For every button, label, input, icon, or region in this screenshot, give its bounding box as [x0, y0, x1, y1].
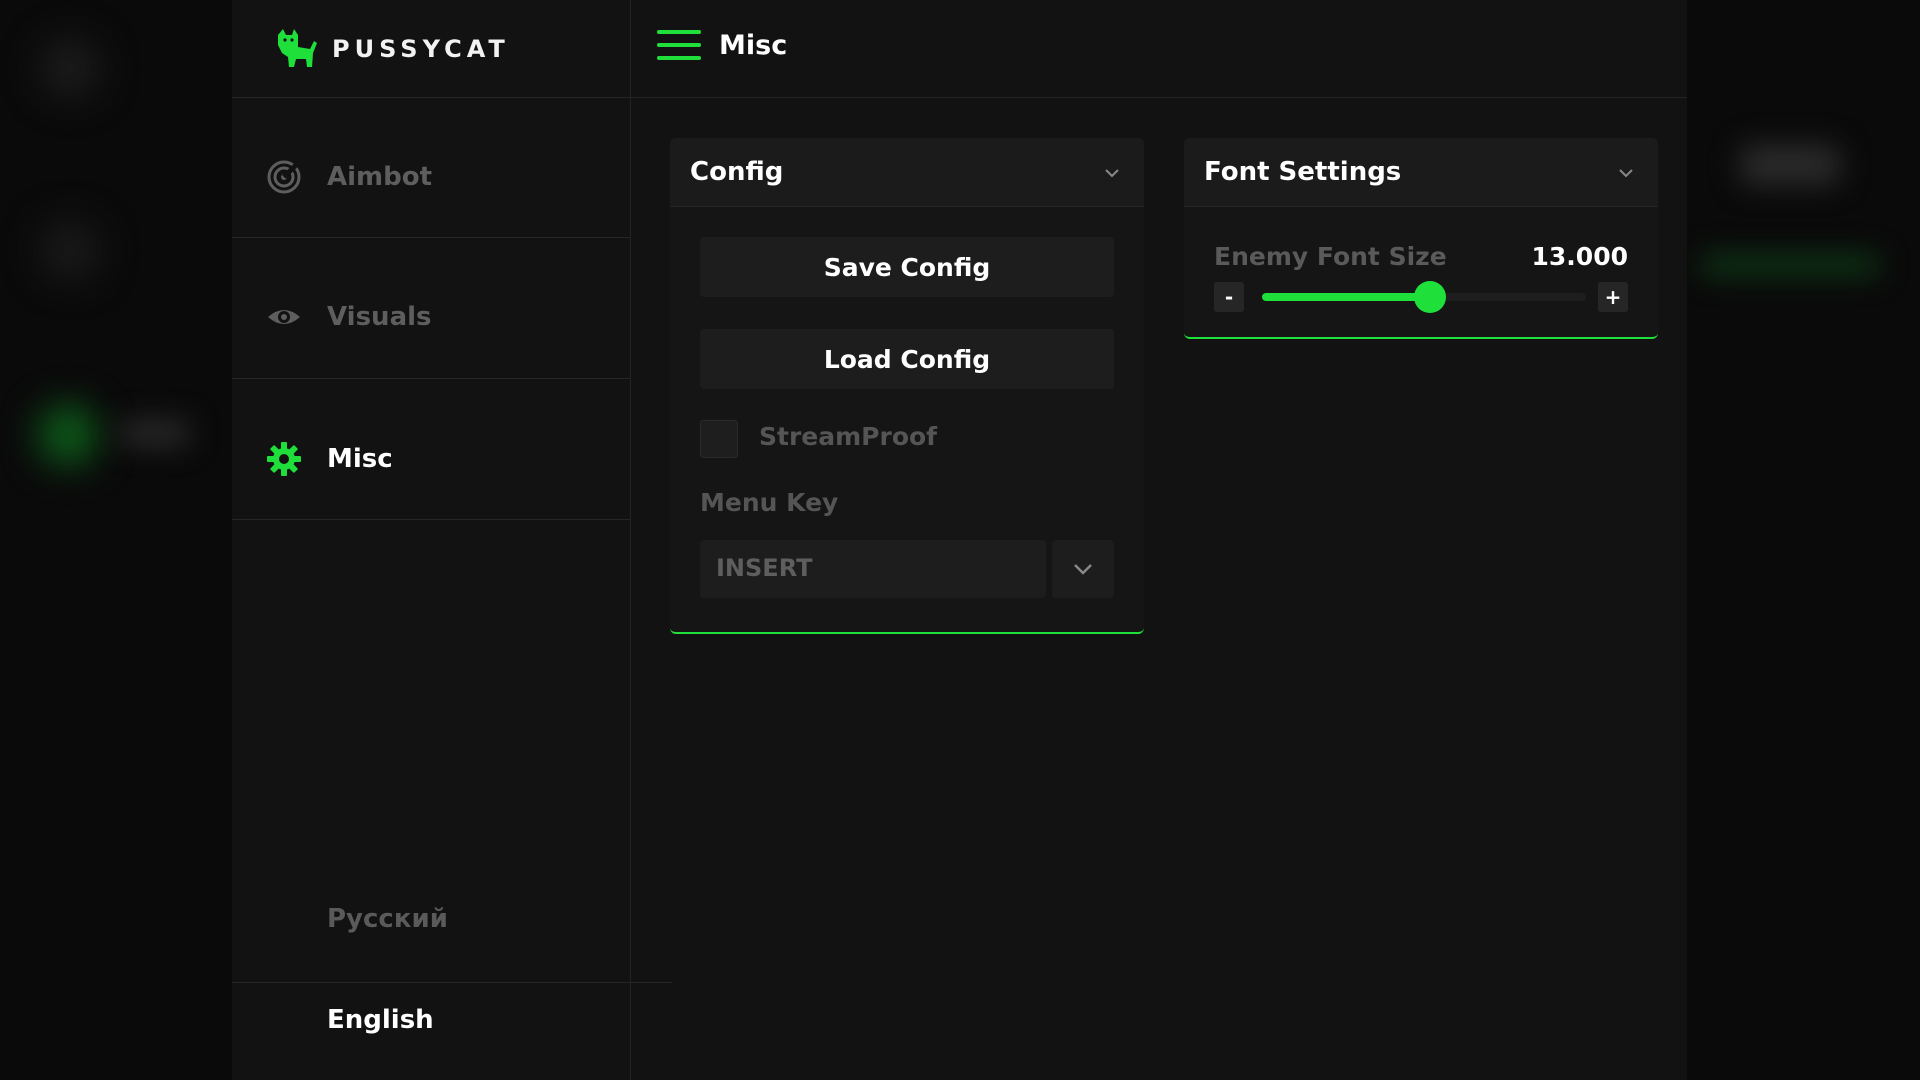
gear-icon — [267, 442, 301, 476]
cheat-menu-window: PUSSYCAT Aimbot Visuals Misc Русский Eng… — [232, 0, 1687, 1080]
page-title: Misc — [719, 30, 788, 61]
enemy-font-size-label: Enemy Font Size — [1214, 242, 1447, 271]
menu-key-value: INSERT — [716, 554, 813, 582]
sidebar-item-misc[interactable]: Misc — [232, 389, 630, 529]
sidebar: PUSSYCAT Aimbot Visuals Misc Русский Eng… — [232, 0, 672, 1080]
top-bar: Misc — [630, 0, 1687, 98]
sidebar-item-label: Aimbot — [327, 162, 433, 192]
divider — [232, 982, 672, 983]
divider — [232, 378, 630, 379]
background-blur — [38, 405, 98, 465]
language-russian[interactable]: Русский — [327, 904, 448, 934]
language-english[interactable]: English — [327, 1005, 434, 1035]
chevron-down-icon — [1105, 169, 1119, 178]
divider — [232, 237, 630, 238]
sidebar-item-label: Visuals — [327, 302, 432, 332]
background-blur — [40, 38, 100, 98]
sidebar-item-visuals[interactable]: Visuals — [232, 247, 630, 387]
font-settings-card-header[interactable]: Font Settings — [1184, 138, 1658, 207]
slider-thumb[interactable] — [1414, 281, 1447, 313]
hamburger-menu-icon[interactable] — [657, 30, 701, 62]
card-title: Font Settings — [1204, 157, 1402, 187]
menu-key-dropdown-button[interactable] — [1052, 540, 1114, 598]
sidebar-item-label: Misc — [327, 444, 393, 474]
decrement-button[interactable]: - — [1214, 282, 1244, 312]
streamproof-checkbox[interactable] — [700, 420, 738, 458]
increment-button[interactable]: + — [1598, 282, 1628, 312]
streamproof-label: StreamProof — [759, 422, 938, 451]
background-blur — [1740, 145, 1840, 185]
menu-key-label: Menu Key — [700, 488, 839, 517]
chevron-down-icon — [1074, 564, 1092, 575]
chevron-down-icon — [1619, 169, 1633, 178]
brand: PUSSYCAT — [274, 26, 510, 72]
brand-name: PUSSYCAT — [332, 35, 510, 63]
save-config-button[interactable]: Save Config — [700, 237, 1114, 297]
enemy-font-size-value: 13.000 — [1531, 242, 1628, 271]
background-blur — [1700, 255, 1880, 275]
background-blur — [120, 420, 190, 446]
slider-fill — [1262, 293, 1431, 301]
load-config-button[interactable]: Load Config — [700, 329, 1114, 389]
menu-key-select[interactable]: INSERT — [700, 540, 1046, 598]
enemy-font-size-slider[interactable] — [1262, 281, 1586, 313]
target-icon — [267, 160, 301, 194]
card-title: Config — [690, 157, 784, 187]
sidebar-item-aimbot[interactable]: Aimbot — [232, 107, 630, 247]
cat-logo-icon — [278, 29, 317, 67]
config-card: Config Save Config Load Config StreamPro… — [670, 138, 1144, 634]
eye-icon — [268, 310, 300, 324]
divider — [232, 97, 630, 98]
divider — [232, 519, 630, 520]
config-card-header[interactable]: Config — [670, 138, 1144, 207]
background-blur — [40, 220, 100, 280]
font-settings-card: Font Settings Enemy Font Size 13.000 - + — [1184, 138, 1658, 339]
